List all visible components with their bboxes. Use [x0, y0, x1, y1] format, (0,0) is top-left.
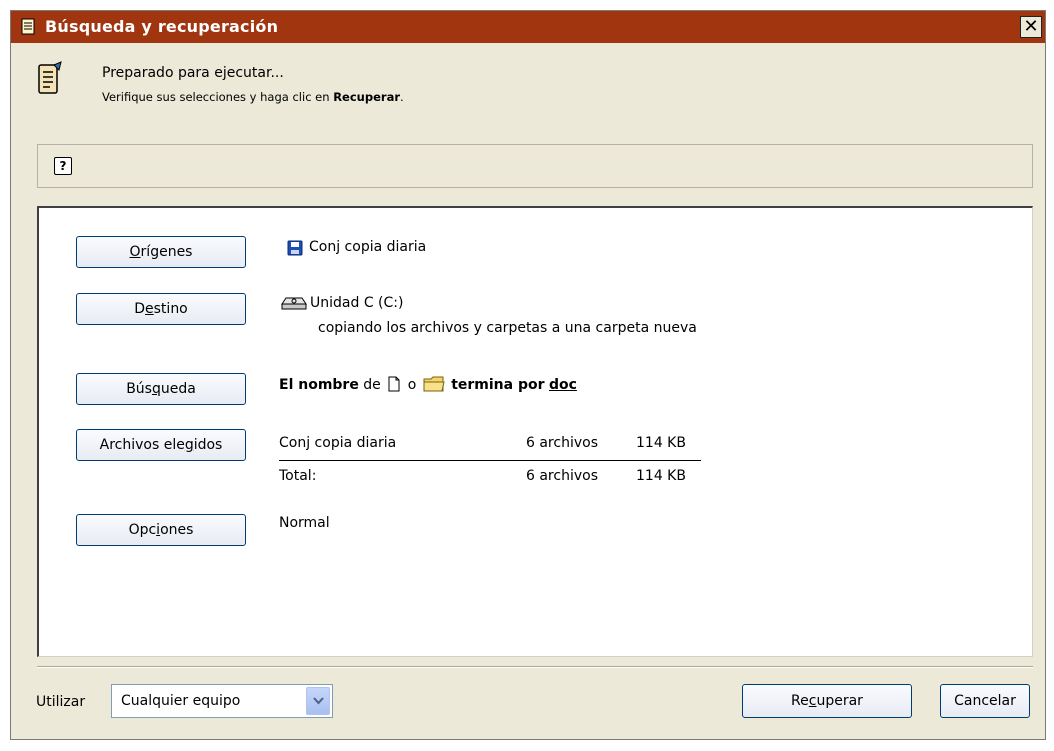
total-label: Total:	[279, 468, 317, 484]
instructions-text: Verifique sus selecciones y haga clic en	[102, 90, 334, 104]
title-bar[interactable]: Búsqueda y recuperación ✕	[11, 11, 1045, 43]
sources-label: Orígenes	[129, 244, 193, 260]
help-button[interactable]: ?	[54, 157, 72, 175]
help-bar: ?	[37, 144, 1033, 188]
file-icon	[388, 376, 400, 392]
options-label: Opciones	[128, 522, 194, 538]
destination-note: copiando los archivos y carpetas a una c…	[318, 320, 697, 336]
recover-label: Recuperar	[791, 693, 863, 709]
search-button[interactable]: Búsqueda	[76, 373, 246, 405]
selected-files-button[interactable]: Archivos elegidos	[76, 429, 246, 461]
status-heading: Preparado para ejecutar...	[102, 65, 284, 81]
computer-select[interactable]: Cualquier equipo	[111, 684, 333, 718]
destination-drive: Unidad C (C:)	[310, 295, 404, 311]
cancel-label: Cancelar	[954, 693, 1016, 709]
close-button[interactable]: ✕	[1020, 16, 1042, 38]
folder-icon	[423, 376, 445, 392]
dialog-window: Búsqueda y recuperación ✕ Preparado para…	[10, 10, 1046, 740]
document-icon	[21, 18, 35, 35]
row-count: 6 archivos	[526, 435, 598, 451]
recover-button[interactable]: Recuperar	[742, 684, 912, 718]
criteria-extension: doc	[548, 377, 577, 393]
criteria-name-bold: El nombre	[279, 377, 359, 393]
cancel-button[interactable]: Cancelar	[940, 684, 1030, 718]
help-icon: ?	[59, 159, 67, 173]
table-total-row: Total: 6 archivos 114 KB	[279, 465, 701, 489]
wizard-scroll-icon	[38, 61, 62, 94]
instructions-suffix: .	[400, 90, 404, 104]
search-criteria: El nombre de o termina por doc	[279, 375, 577, 393]
search-label: Búsqueda	[126, 381, 196, 397]
total-count: 6 archivos	[526, 468, 598, 484]
dropdown-button[interactable]	[306, 687, 330, 715]
footer-divider	[37, 666, 1033, 668]
window-title: Búsqueda y recuperación	[45, 17, 279, 36]
chevron-down-icon	[313, 697, 324, 705]
total-size: 114 KB	[636, 468, 686, 484]
summary-panel: Orígenes Conj copia diaria Destino Unida…	[37, 206, 1033, 657]
floppy-disk-icon	[287, 240, 303, 256]
criteria-o: o	[407, 377, 417, 393]
computer-select-value: Cualquier equipo	[121, 693, 241, 709]
criteria-ends-with: termina por	[451, 377, 545, 393]
hard-drive-icon	[281, 297, 307, 310]
instructions-bold: Recuperar	[333, 90, 400, 104]
options-value: Normal	[279, 515, 330, 531]
close-icon: ✕	[1023, 16, 1039, 37]
destination-button[interactable]: Destino	[76, 293, 246, 325]
criteria-de: de	[363, 377, 381, 393]
table-row: Conj copia diaria 6 archivos 114 KB	[279, 432, 701, 456]
destination-label: Destino	[134, 301, 188, 317]
options-button[interactable]: Opciones	[76, 514, 246, 546]
table-divider	[279, 460, 701, 461]
sources-button[interactable]: Orígenes	[76, 236, 246, 268]
row-size: 114 KB	[636, 435, 686, 451]
selected-files-table: Conj copia diaria 6 archivos 114 KB Tota…	[279, 432, 701, 489]
use-label: Utilizar	[36, 694, 86, 710]
selected-files-label: Archivos elegidos	[99, 437, 223, 453]
status-instructions: Verifique sus selecciones y haga clic en…	[102, 90, 404, 104]
row-name: Conj copia diaria	[279, 435, 397, 451]
sources-value: Conj copia diaria	[309, 239, 427, 255]
